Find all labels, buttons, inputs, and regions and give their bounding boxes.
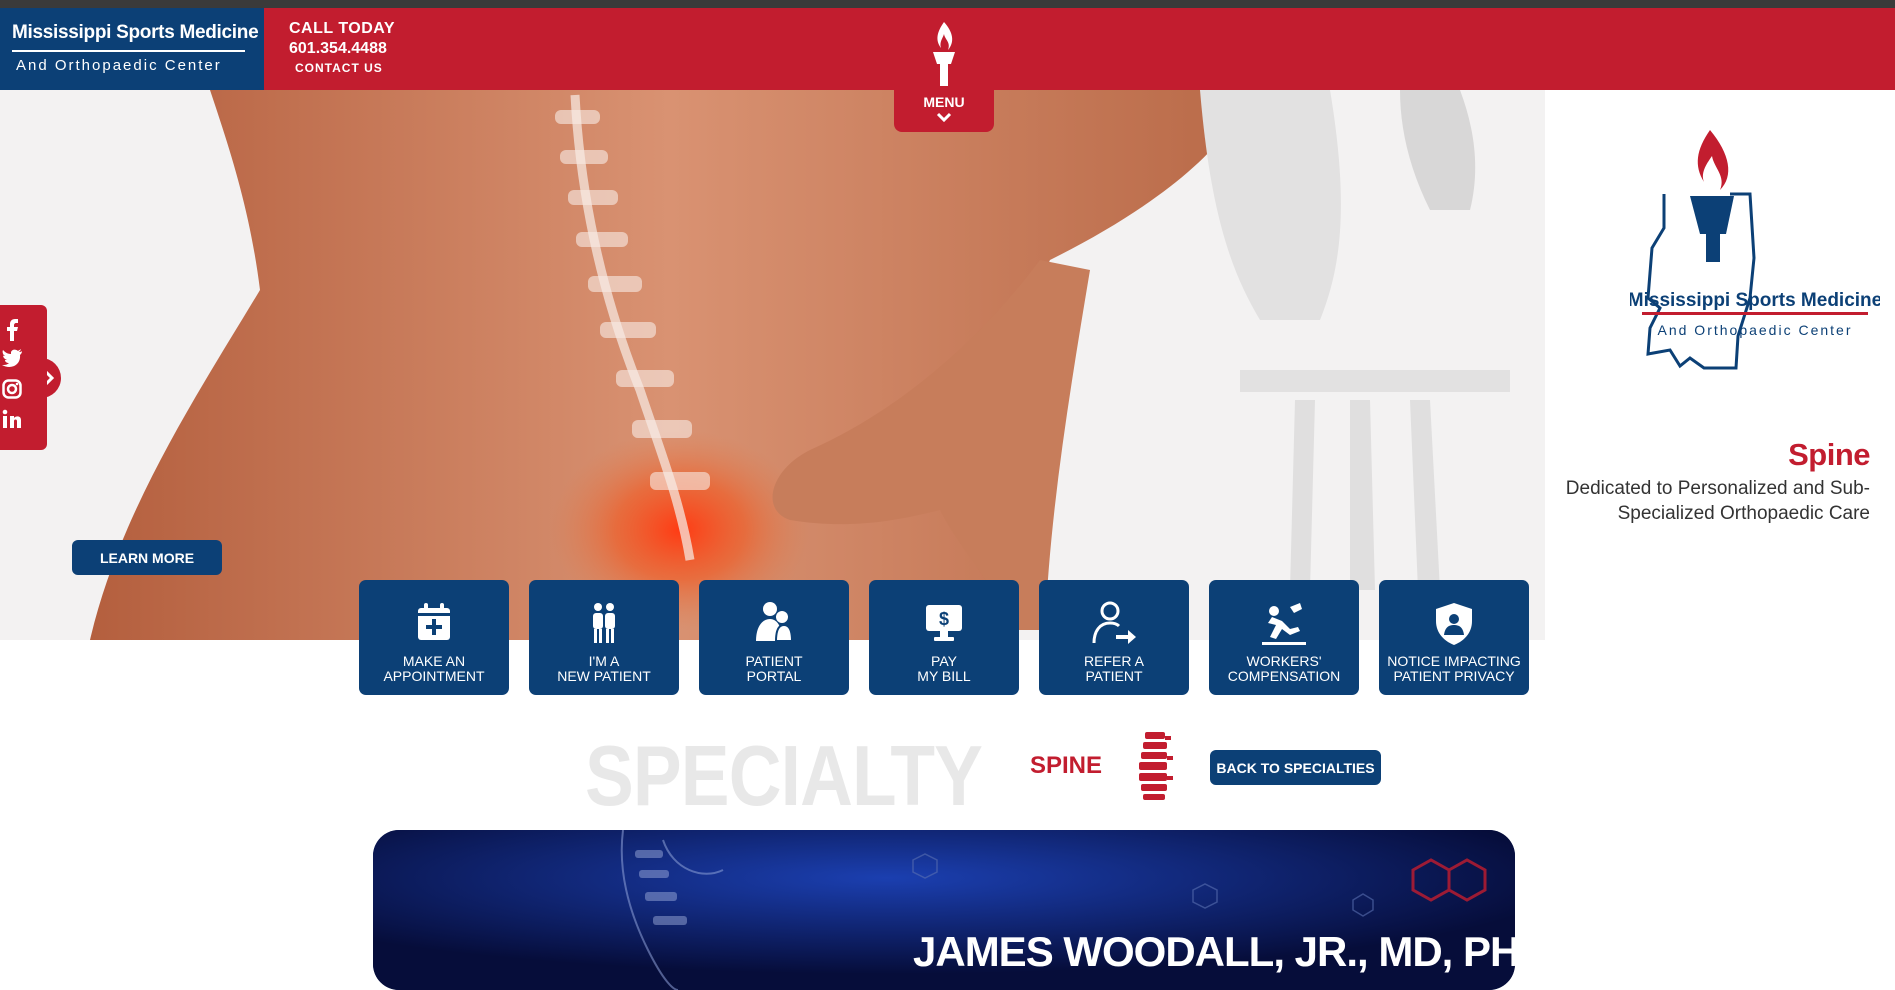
patient-icon: [593, 603, 615, 643]
chevron-down-icon: [936, 112, 952, 122]
make-appointment-label: MAKE AN APPOINTMENT: [383, 653, 485, 684]
new-patient-button[interactable]: I'M A NEW PATIENT: [529, 580, 679, 695]
workers-compensation-button[interactable]: WORKERS' COMPENSATION: [1209, 580, 1359, 695]
make-appointment-button[interactable]: MAKE AN APPOINTMENT: [359, 580, 509, 695]
pay-bill-label: PAY MY BILL: [917, 653, 971, 684]
shield-user-icon: [1436, 603, 1472, 645]
doctor-promo-banner: JAMES WOODALL, JR., MD, PHD: [373, 830, 1515, 990]
patient-portal-button[interactable]: PATIENT PORTAL: [699, 580, 849, 695]
torch-icon: [933, 22, 955, 86]
calendar-plus-icon: [418, 603, 450, 640]
contact-us-link[interactable]: CONTACT US: [295, 61, 395, 75]
call-block: CALL TODAY 601.354.4488 CONTACT US: [289, 20, 395, 75]
logo-subtitle: And Orthopaedic Center: [1658, 322, 1853, 338]
refer-patient-button[interactable]: REFER A PATIENT: [1039, 580, 1189, 695]
instagram-icon[interactable]: [2, 379, 24, 401]
workers-compensation-label: WORKERS' COMPENSATION: [1227, 653, 1341, 684]
refer-patient-label: REFER A PATIENT: [1084, 653, 1144, 684]
back-to-specialties-button[interactable]: BACK TO SPECIALTIES: [1210, 750, 1381, 785]
browser-top-strip: [0, 0, 1895, 8]
specialty-name: SPINE: [1030, 752, 1103, 779]
brand-logo[interactable]: Mississippi Sports Medicine And Orthopae…: [0, 8, 264, 90]
call-today-label: CALL TODAY: [289, 20, 396, 37]
patient-portal-label: PATIENT PORTAL: [745, 653, 803, 684]
privacy-notice-label: NOTICE IMPACTING PATIENT PRIVACY: [1387, 653, 1521, 684]
svg-text:$: $: [939, 609, 949, 629]
hero-banner: Mississippi Sports Medicine And Orthopae…: [0, 90, 1895, 640]
brand-subtitle: And Orthopaedic Center: [16, 57, 222, 74]
new-patient-label: I'M A NEW PATIENT: [557, 653, 651, 684]
spine-icon: [1139, 732, 1173, 800]
msmoc-logo: Mississippi Sports Medicine And Orthopae…: [1630, 130, 1880, 370]
family-icon: [756, 602, 794, 642]
computer-dollar-icon: $: [926, 605, 962, 641]
phone-link[interactable]: 601.354.4488: [289, 40, 395, 58]
social-bar: [0, 305, 47, 450]
linkedin-icon[interactable]: [2, 409, 24, 431]
brand-divider: [12, 50, 245, 52]
privacy-notice-button[interactable]: NOTICE IMPACTING PATIENT PRIVACY: [1379, 580, 1529, 695]
brand-name: Mississippi Sports Medicine: [12, 22, 259, 43]
learn-more-button[interactable]: LEARN MORE: [72, 540, 222, 575]
twitter-icon[interactable]: [2, 349, 24, 371]
menu-label: MENU: [923, 94, 965, 110]
doctor-name: JAMES WOODALL, JR., MD, PHD: [913, 928, 1515, 975]
facebook-icon[interactable]: [5, 319, 27, 341]
torch-statue-graphic: [1200, 90, 1510, 590]
logo-name: Mississippi Sports Medicine: [1630, 290, 1880, 311]
hero-title: Spine: [1788, 437, 1870, 472]
refer-user-icon: [1092, 601, 1136, 644]
fall-injury-icon: [1262, 603, 1306, 645]
specialty-heading: SPECIALTY: [585, 729, 983, 824]
menu-button[interactable]: MENU: [894, 8, 994, 132]
pay-bill-button[interactable]: $ PAY MY BILL: [869, 580, 1019, 695]
hero-description: Dedicated to Personalized and Sub-Specia…: [1565, 478, 1870, 524]
